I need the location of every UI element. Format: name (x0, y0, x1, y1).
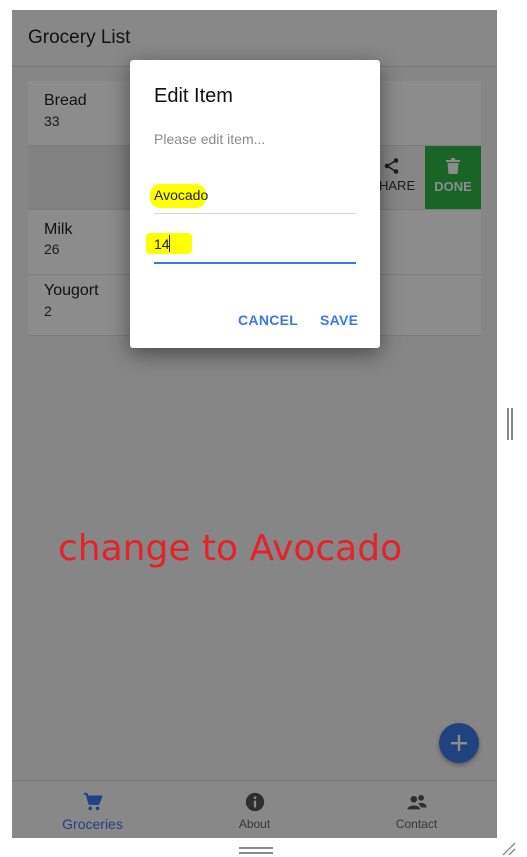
item-quantity-input[interactable]: 14 (146, 228, 356, 264)
input-underline (154, 213, 356, 214)
handle-bar (239, 852, 273, 854)
item-name-input[interactable]: Avocado (150, 178, 356, 214)
edit-item-dialog: Edit Item Please edit item... Avocado 14… (130, 60, 380, 348)
item-quantity-value: 14 (154, 236, 170, 252)
annotation-text: change to Avocado (58, 528, 403, 569)
handle-bar (239, 847, 273, 849)
item-name-value: Avocado (154, 187, 209, 203)
handle-bar (511, 408, 513, 440)
input-underline-focused (154, 262, 356, 264)
dialog-title: Edit Item (154, 85, 233, 107)
bottom-resize-handle[interactable] (239, 847, 273, 855)
dialog-message: Please edit item... (154, 131, 266, 147)
cancel-button[interactable]: CANCEL (238, 312, 298, 328)
window-resize-handle[interactable] (507, 408, 513, 440)
save-button[interactable]: SAVE (320, 312, 358, 328)
handle-bar (507, 408, 509, 440)
text-cursor (169, 235, 170, 252)
resize-grip-icon[interactable] (500, 840, 516, 856)
